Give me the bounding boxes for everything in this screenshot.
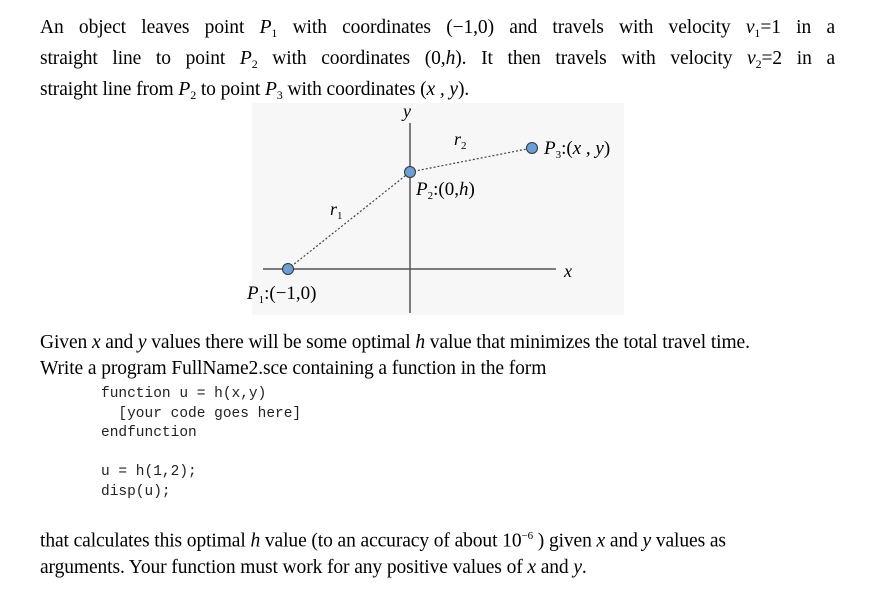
code-line: function u = h(x,y) xyxy=(101,386,267,402)
closing-line-2: arguments. Your function must work for a… xyxy=(40,556,587,578)
point-p2 xyxy=(404,166,416,178)
geometry-diagram: y x r1 r2 P1:(−1,0) P2:(0,h) P3:(x , y) xyxy=(246,101,624,315)
math-text: ) xyxy=(455,48,462,69)
x-axis-label: x xyxy=(563,261,572,281)
math-symbol: v1 xyxy=(745,17,761,40)
task-line-2: Write a program FullName2.sce containing… xyxy=(40,358,547,379)
p2-label: P2:(0,h) xyxy=(415,179,475,202)
point-p1 xyxy=(282,263,294,275)
y-axis-label: y xyxy=(401,101,411,121)
point-p3 xyxy=(526,142,538,154)
math-symbol: h xyxy=(445,48,456,69)
math-symbol: P2 xyxy=(239,48,258,71)
intro-line: An object leaves point P1 with coordinat… xyxy=(40,17,835,40)
p1-label: P1:(−1,0) xyxy=(246,283,317,306)
math-symbol: v2 xyxy=(747,48,762,71)
closing-paragraph: that calculates this optimal h value (to… xyxy=(40,523,830,581)
task-line-1: Given x and y values there will be some … xyxy=(40,332,750,353)
task-paragraph: Given x and y values there will be some … xyxy=(40,330,830,382)
intro-line: straight line to point P2 with coordinat… xyxy=(40,48,835,71)
code-line: disp(u); xyxy=(101,483,171,500)
math-symbol: P2 xyxy=(178,79,197,102)
math-symbol: P1 xyxy=(259,17,278,40)
code-line: u = h(1,2); xyxy=(101,464,197,480)
code-line: endfunction xyxy=(101,425,197,441)
math-text: =1 xyxy=(760,17,781,38)
code-block: function u = h(x,y) [your code goes here… xyxy=(101,385,301,502)
closing-line-1: that calculates this optimal h value (to… xyxy=(40,530,726,552)
math-text: (0, xyxy=(424,48,446,69)
math-text: (−1,0) xyxy=(446,17,494,38)
math-text: =2 xyxy=(761,48,783,69)
code-line: [your code goes here] xyxy=(101,405,302,422)
p3-label: P3:(x , y) xyxy=(543,138,610,161)
